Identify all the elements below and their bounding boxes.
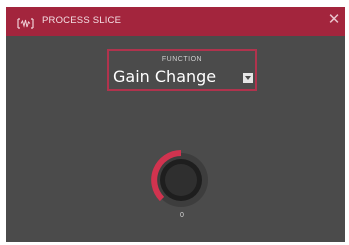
waveform-icon	[17, 16, 34, 29]
gain-knob[interactable]	[150, 149, 212, 211]
titlebar: PROCESS SLICE ✕	[6, 7, 345, 36]
process-slice-dialog: PROCESS SLICE ✕ FUNCTION Gain Change 0	[6, 7, 345, 242]
dropdown-arrow-icon[interactable]	[243, 73, 253, 83]
close-icon[interactable]: ✕	[327, 12, 341, 27]
function-value: Gain Change	[113, 67, 217, 86]
function-label: FUNCTION	[161, 56, 203, 63]
dialog-title: PROCESS SLICE	[42, 15, 122, 26]
function-selector[interactable]: FUNCTION Gain Change	[107, 49, 257, 91]
knob-value: 0	[180, 212, 184, 219]
